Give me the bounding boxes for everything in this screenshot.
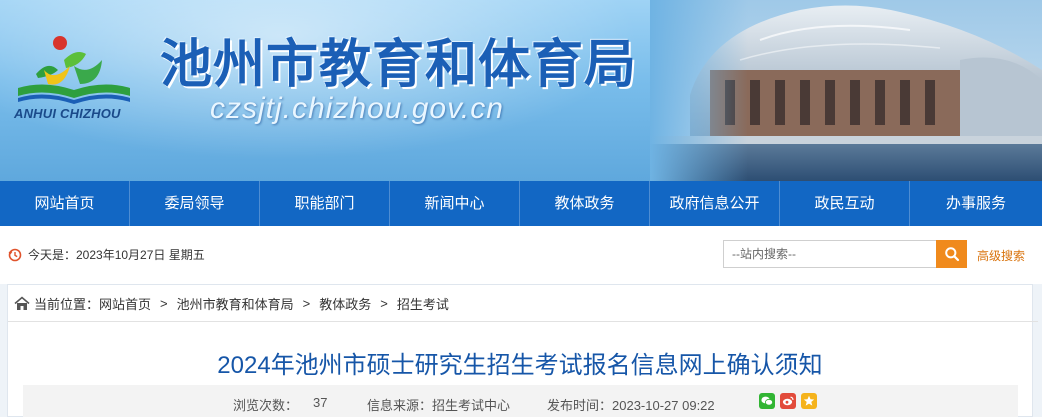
content-area: 当前位置： 网站首页 > 池州市教育和体育局 > 教体政务 > 招生考试 202… xyxy=(0,284,1042,417)
search-input[interactable] xyxy=(724,241,932,267)
breadcrumb-separator: > xyxy=(160,295,168,311)
nav-item-services[interactable]: 办事服务 xyxy=(910,181,1042,226)
breadcrumb-bureau[interactable]: 池州市教育和体育局 xyxy=(177,294,294,313)
date-display: 今天是：2023年10月27日 星期五 xyxy=(8,246,205,263)
qzone-icon[interactable] xyxy=(801,393,817,409)
weibo-icon[interactable] xyxy=(780,393,796,409)
nav-item-info-disclosure[interactable]: 政府信息公开 xyxy=(650,181,780,226)
wechat-icon[interactable] xyxy=(759,393,775,409)
main-nav: 网站首页 委局领导 职能部门 新闻中心 教体政务 政府信息公开 政民互动 办事服… xyxy=(0,181,1042,226)
views-count: 37 xyxy=(313,395,328,410)
info-bar: 今天是：2023年10月27日 星期五 高级搜索 xyxy=(0,226,1042,284)
nav-item-interaction[interactable]: 政民互动 xyxy=(780,181,910,226)
breadcrumb-separator: > xyxy=(380,295,388,311)
clock-icon xyxy=(8,248,22,261)
article-meta: 浏览次数： 37 信息来源：招生考试中心 发布时间：2023-10-27 09:… xyxy=(23,385,1018,417)
nav-item-home[interactable]: 网站首页 xyxy=(0,181,130,226)
article-source: 信息来源：招生考试中心 xyxy=(367,398,511,413)
nav-item-news[interactable]: 新闻中心 xyxy=(390,181,520,226)
article-card: 当前位置： 网站首页 > 池州市教育和体育局 > 教体政务 > 招生考试 202… xyxy=(7,284,1038,417)
search-box xyxy=(723,240,937,268)
nav-item-departments[interactable]: 职能部门 xyxy=(260,181,390,226)
search-button[interactable] xyxy=(936,240,967,268)
views-label: 浏览次数： xyxy=(233,398,299,413)
breadcrumb-affairs[interactable]: 教体政务 xyxy=(319,294,371,313)
breadcrumb-admissions[interactable]: 招生考试 xyxy=(397,294,449,313)
article-title: 2024年池州市硕士研究生招生考试报名信息网上确认须知 xyxy=(217,352,823,379)
nav-item-affairs[interactable]: 教体政务 xyxy=(520,181,650,226)
nav-item-leadership[interactable]: 委局领导 xyxy=(130,181,260,226)
home-icon xyxy=(14,295,30,310)
advanced-search-link[interactable]: 高级搜索 xyxy=(977,247,1025,264)
logo-text: ANHUI CHIZHOU xyxy=(14,106,121,121)
header-banner: ANHUI CHIZHOU 池州市教育和体育局 czsjtj.chizhou.g… xyxy=(0,0,1042,181)
breadcrumb-label: 当前位置： xyxy=(34,296,100,312)
date-text: 今天是：2023年10月27日 星期五 xyxy=(28,248,205,262)
site-title: 池州市教育和体育局 xyxy=(160,36,638,94)
site-domain: czsjtj.chizhou.gov.cn xyxy=(210,92,504,125)
breadcrumb-home[interactable]: 网站首页 xyxy=(99,294,151,313)
stadium-image xyxy=(650,0,1042,181)
publish-time: 发布时间：2023-10-27 09:22 xyxy=(547,398,715,413)
breadcrumb-separator: > xyxy=(302,295,311,311)
search-icon xyxy=(944,247,959,262)
breadcrumb: 当前位置： 网站首页 > 池州市教育和体育局 > 教体政务 > 招生考试 xyxy=(8,285,1038,322)
